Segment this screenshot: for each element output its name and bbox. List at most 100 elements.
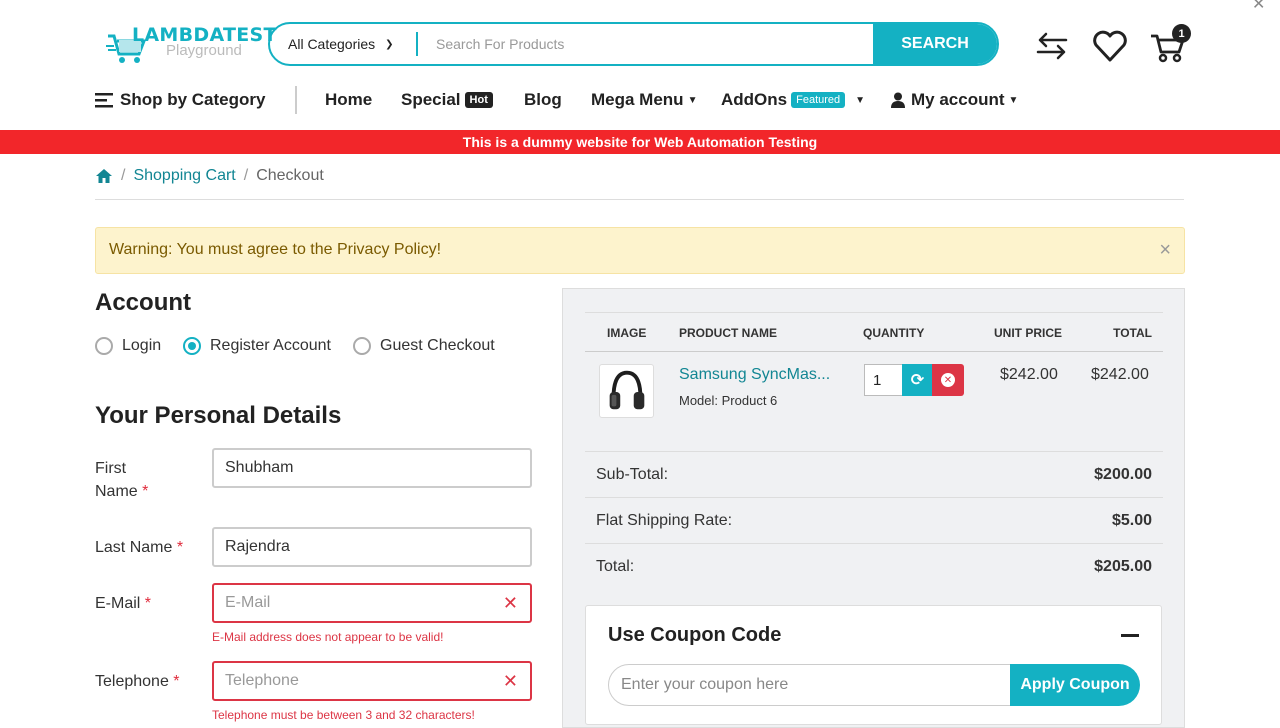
refresh-icon[interactable]: ⟳ xyxy=(902,364,933,396)
warning-alert: Warning: You must agree to the Privacy P… xyxy=(95,227,1185,274)
total-value: $205.00 xyxy=(1094,557,1152,575)
shipping-value: $5.00 xyxy=(1111,511,1152,529)
nav-blog[interactable]: Blog xyxy=(524,86,562,114)
quantity-input[interactable]: 1 xyxy=(864,364,904,396)
telephone-field[interactable]: Telephone ✕ xyxy=(212,661,532,701)
notice-banner: This is a dummy website for Web Automati… xyxy=(0,130,1280,154)
radio-login[interactable]: Login xyxy=(95,337,161,355)
required-marker: * xyxy=(144,595,152,612)
divider xyxy=(95,199,1184,200)
logo-subtext: Playground xyxy=(166,42,242,59)
search-divider xyxy=(416,32,418,56)
col-quantity: QUANTITY xyxy=(863,326,925,340)
main-nav: Shop by Category Home Special Hot Blog M… xyxy=(95,86,1055,116)
line-total: $242.00 xyxy=(1091,366,1149,383)
site-logo[interactable]: LAMBDATEST Playground xyxy=(106,24,276,68)
remove-button[interactable]: ✕ xyxy=(932,364,964,396)
breadcrumb: / Shopping Cart / Checkout xyxy=(95,166,324,186)
unit-price: $242.00 xyxy=(1000,366,1058,383)
product-name-link[interactable]: Samsung SyncMas... xyxy=(679,366,830,384)
nav-shop-by-category-label: Shop by Category xyxy=(120,90,266,109)
collapse-minus-icon[interactable] xyxy=(1121,634,1139,637)
nav-my-account-label: My account xyxy=(911,90,1005,109)
required-marker: * xyxy=(176,539,184,556)
telephone-label-text: Telephone xyxy=(95,673,169,690)
breadcrumb-current: Checkout xyxy=(256,167,324,184)
breadcrumb-separator: / xyxy=(243,167,249,184)
cart-table-header: IMAGE PRODUCT NAME QUANTITY UNIT PRICE T… xyxy=(585,312,1163,352)
nav-special-label: Special xyxy=(401,90,461,109)
category-dropdown-label: All Categories xyxy=(288,36,376,52)
last-name-label-text: Last Name xyxy=(95,539,173,556)
search-bar: All Categories ❯ SEARCH xyxy=(268,22,999,66)
remove-x-icon: ✕ xyxy=(941,373,955,387)
coupon-card: Use Coupon Code Enter your coupon here A… xyxy=(585,605,1162,725)
last-name-label: Last Name * xyxy=(95,536,183,559)
email-placeholder: E-Mail xyxy=(225,594,271,611)
product-image[interactable] xyxy=(599,364,654,418)
radio-button[interactable] xyxy=(353,337,371,355)
email-error: E-Mail address does not appear to be val… xyxy=(212,630,444,644)
subtotal-value: $200.00 xyxy=(1094,465,1152,483)
first-name-label-line1: First xyxy=(95,460,127,477)
email-label: E-Mail * xyxy=(95,592,151,615)
email-field[interactable]: E-Mail ✕ xyxy=(212,583,532,623)
hot-badge: Hot xyxy=(464,92,493,108)
radio-button[interactable] xyxy=(95,337,113,355)
shipping-label: Flat Shipping Rate: xyxy=(596,511,733,529)
coupon-title: Use Coupon Code xyxy=(608,624,782,646)
personal-details-heading: Your Personal Details xyxy=(95,402,342,429)
radio-guest-label: Guest Checkout xyxy=(380,337,495,354)
breadcrumb-shopping-cart[interactable]: Shopping Cart xyxy=(133,167,235,185)
radio-button-selected[interactable] xyxy=(183,337,201,355)
breadcrumb-separator: / xyxy=(121,167,126,184)
home-icon[interactable] xyxy=(95,168,113,184)
first-name-label-line2: Name xyxy=(95,483,138,500)
required-marker: * xyxy=(142,483,149,500)
nav-divider xyxy=(295,86,297,114)
search-button[interactable]: SEARCH xyxy=(873,24,997,64)
last-name-field[interactable]: Rajendra xyxy=(212,527,532,567)
radio-register-label: Register Account xyxy=(210,337,331,354)
total-label: Total: xyxy=(596,557,635,575)
nav-mega-menu-label: Mega Menu xyxy=(591,90,684,109)
subtotal-row: Sub-Total: $200.00 xyxy=(585,451,1163,497)
col-total: TOTAL xyxy=(1113,326,1152,340)
email-label-text: E-Mail xyxy=(95,595,141,612)
close-icon[interactable]: ✕ xyxy=(1252,0,1265,14)
error-x-icon: ✕ xyxy=(502,671,518,691)
wishlist-heart-icon[interactable] xyxy=(1090,26,1130,66)
account-heading: Account xyxy=(95,289,191,316)
nav-shop-by-category[interactable]: Shop by Category xyxy=(95,86,265,114)
user-icon xyxy=(891,92,905,108)
warning-alert-text: Warning: You must agree to the Privacy P… xyxy=(109,241,442,258)
headphones-icon xyxy=(609,370,645,410)
compare-icon[interactable] xyxy=(1032,26,1072,66)
category-dropdown[interactable]: All Categories ❯ xyxy=(270,24,416,64)
nav-addons-label: AddOns xyxy=(721,90,788,109)
search-input[interactable] xyxy=(420,24,875,64)
first-name-field[interactable]: Shubham xyxy=(212,448,532,488)
first-name-label: First Name * xyxy=(95,457,148,503)
total-row: Total: $205.00 xyxy=(585,543,1163,589)
featured-badge: Featured xyxy=(791,92,846,108)
cart-icon[interactable]: 1 xyxy=(1148,24,1191,66)
nav-my-account[interactable]: My account ▼ xyxy=(891,86,1018,114)
telephone-label: Telephone * xyxy=(95,670,180,693)
nav-addons[interactable]: AddOns Featured ▼ xyxy=(721,86,865,114)
nav-home[interactable]: Home xyxy=(325,86,372,114)
col-unit-price: UNIT PRICE xyxy=(994,326,1063,340)
radio-guest-checkout[interactable]: Guest Checkout xyxy=(353,337,495,355)
caret-down-icon: ▼ xyxy=(687,94,698,106)
nav-special[interactable]: Special Hot xyxy=(401,86,493,114)
coupon-input[interactable]: Enter your coupon here xyxy=(608,664,1012,706)
nav-mega-menu[interactable]: Mega Menu ▼ xyxy=(591,86,697,114)
required-marker: * xyxy=(173,673,180,690)
col-image: IMAGE xyxy=(607,326,647,340)
apply-coupon-button[interactable]: Apply Coupon xyxy=(1010,664,1140,706)
close-icon[interactable]: × xyxy=(1159,240,1171,260)
caret-down-icon: ▼ xyxy=(855,94,866,106)
error-x-icon: ✕ xyxy=(502,593,518,613)
telephone-placeholder: Telephone xyxy=(225,672,299,689)
radio-register-account[interactable]: Register Account xyxy=(183,337,331,355)
